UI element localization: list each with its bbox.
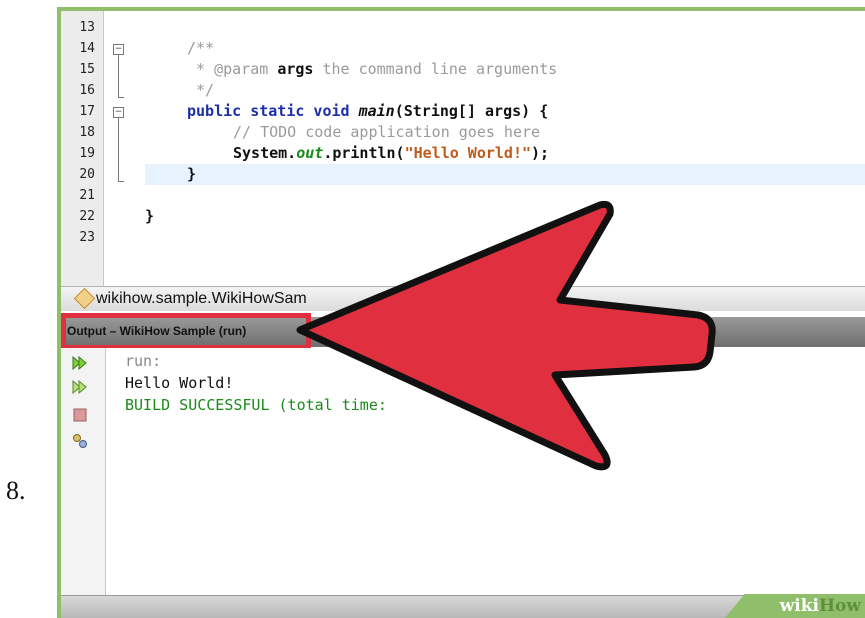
rerun-icon[interactable]: [71, 354, 89, 372]
code-line-19: System.out.println("Hello World!");: [233, 144, 550, 162]
code-editor[interactable]: 13 14 15 16 17 18 19 20 21 22 23 − − /**…: [61, 11, 865, 286]
line-number: 13: [79, 20, 95, 35]
output-toolbar: [61, 348, 106, 596]
fold-collapse-icon[interactable]: −: [113, 44, 124, 55]
line-number: 20: [79, 167, 95, 182]
code-line-16: */: [187, 81, 215, 99]
settings-icon[interactable]: [71, 432, 89, 450]
stop-icon[interactable]: [71, 406, 89, 424]
screenshot-frame: 13 14 15 16 17 18 19 20 21 22 23 − − /**…: [57, 7, 865, 618]
code-line-15: * @param args the command line arguments: [187, 60, 558, 78]
class-file-icon: [73, 287, 96, 310]
editor-tab-strip: wikihow.sample.WikiHowSam: [61, 286, 865, 311]
line-number: 16: [79, 83, 95, 98]
line-number: 15: [79, 62, 95, 77]
step-number: 8.: [6, 476, 26, 505]
line-number: 23: [79, 230, 95, 245]
editor-tab-label[interactable]: wikihow.sample.WikiHowSam: [96, 290, 307, 308]
rerun-alt-icon[interactable]: [71, 378, 89, 396]
current-line-highlight: [145, 164, 865, 185]
code-line-20: }: [187, 165, 197, 183]
code-line-14: /**: [187, 39, 215, 57]
output-line: run:: [125, 352, 162, 370]
fold-collapse-icon[interactable]: −: [113, 107, 124, 118]
output-line: BUILD SUCCESSFUL (total time:: [125, 396, 387, 414]
output-panel: run: Hello World! BUILD SUCCESSFUL (tota…: [61, 348, 865, 596]
highlight-box: [61, 313, 311, 350]
code-line-17: public static void main(String[] args) {: [187, 102, 549, 120]
fold-column: − −: [105, 11, 135, 286]
line-number-gutter: 13 14 15 16 17 18 19 20 21 22 23: [61, 11, 104, 286]
code-line-18: // TODO code application goes here: [233, 123, 541, 141]
code-line-22: }: [145, 207, 155, 225]
output-line: Hello World!: [125, 374, 234, 392]
line-number: 22: [79, 209, 95, 224]
ide-window: 13 14 15 16 17 18 19 20 21 22 23 − − /**…: [61, 11, 865, 618]
line-number: 18: [79, 125, 95, 140]
line-number: 17: [79, 104, 95, 119]
line-number: 19: [79, 146, 95, 161]
wikihow-watermark: wikiHow: [725, 594, 865, 618]
line-number: 14: [79, 41, 95, 56]
line-number: 21: [79, 188, 95, 203]
